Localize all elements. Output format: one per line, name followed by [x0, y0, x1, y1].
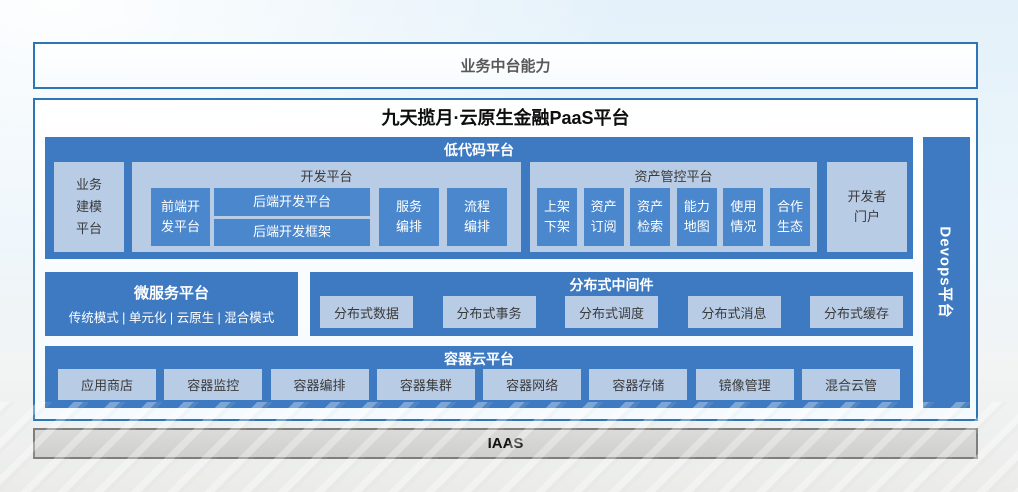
dev-platform-group: 开发平台 前端开 发平台 后端开发平台 后端开发框架 服务 编排 流程 编排	[132, 162, 521, 252]
frontend-dev-box: 前端开 发平台	[151, 188, 210, 246]
asset-item-line: 订阅	[591, 217, 617, 237]
asset-item-line: 使用	[730, 197, 756, 217]
business-modeling-box: 业务 建模 平台	[54, 162, 124, 252]
platform-title: 九天揽月·云原生金融PaaS平台	[35, 104, 976, 130]
asset-item: 资产 订阅	[584, 188, 624, 246]
service-orchestration-line: 编排	[396, 217, 422, 237]
process-orchestration-line: 编排	[464, 217, 490, 237]
microservice-section: 微服务平台 传统模式 | 单元化 | 云原生 | 混合模式	[45, 272, 298, 336]
frontend-dev-line: 前端开	[161, 197, 200, 217]
asset-control-row: 上架 下架 资产 订阅 资产 检索 能力 地图	[537, 188, 810, 246]
backend-dev-platform-box: 后端开发平台	[214, 188, 370, 216]
asset-item: 能力 地图	[677, 188, 717, 246]
container-cloud-item: 容器监控	[164, 369, 262, 400]
middleware-item: 分布式事务	[443, 296, 536, 328]
container-cloud-item: 混合云管	[802, 369, 900, 400]
frontend-dev-line: 发平台	[161, 217, 200, 237]
developer-portal-box: 开发者 门户	[827, 162, 907, 252]
middleware-item: 分布式缓存	[810, 296, 903, 328]
asset-item-line: 合作	[777, 197, 803, 217]
microservice-modes: 传统模式 | 单元化 | 云原生 | 混合模式	[69, 307, 275, 326]
dev-platform-title: 开发平台	[132, 166, 521, 185]
container-cloud-item: 容器存储	[589, 369, 687, 400]
asset-item: 上架 下架	[537, 188, 577, 246]
asset-item: 合作 生态	[770, 188, 810, 246]
container-cloud-item: 容器集群	[377, 369, 475, 400]
asset-control-group: 资产管控平台 上架 下架 资产 订阅 资产 检索 能力	[530, 162, 817, 252]
container-cloud-title: 容器云平台	[45, 349, 913, 369]
business-modeling-line: 业务	[76, 174, 102, 196]
low-code-section: 低代码平台 业务 建模 平台 开发平台 前端开 发平台 后端开发平台 后端开发框…	[45, 137, 913, 259]
business-modeling-line: 建模	[76, 196, 102, 218]
developer-portal-line: 门户	[854, 207, 880, 227]
asset-control-title: 资产管控平台	[530, 166, 817, 185]
container-cloud-row: 应用商店 容器监控 容器编排 容器集群 容器网络 容器存储 镜像管理 混合云管	[58, 369, 900, 400]
container-cloud-item: 容器编排	[271, 369, 369, 400]
asset-item-line: 情况	[730, 217, 756, 237]
backend-dev-framework-box: 后端开发框架	[214, 219, 370, 246]
iaas-bar: IAAS	[33, 428, 978, 459]
container-cloud-item: 容器网络	[483, 369, 581, 400]
page-background: 业务中台能力 九天揽月·云原生金融PaaS平台 低代码平台 业务 建模 平台 开…	[0, 0, 1018, 492]
middleware-section: 分布式中间件 分布式数据 分布式事务 分布式调度 分布式消息 分布式缓存	[310, 272, 913, 336]
asset-item-line: 下架	[544, 217, 570, 237]
asset-item-line: 上架	[544, 197, 570, 217]
process-orchestration-box: 流程 编排	[447, 188, 507, 246]
asset-item-line: 检索	[637, 217, 663, 237]
asset-item-line: 能力	[684, 197, 710, 217]
microservice-title: 微服务平台	[134, 282, 209, 303]
middleware-item: 分布式消息	[688, 296, 781, 328]
middleware-item: 分布式数据	[320, 296, 413, 328]
asset-item: 使用 情况	[723, 188, 763, 246]
business-midplatform-banner: 业务中台能力	[33, 42, 978, 89]
devops-bar: Devops平台	[923, 137, 970, 408]
iaas-label: IAAS	[488, 435, 524, 452]
developer-portal-line: 开发者	[847, 187, 886, 207]
paas-platform-panel: 九天揽月·云原生金融PaaS平台 低代码平台 业务 建模 平台 开发平台 前端开…	[33, 98, 978, 421]
container-cloud-section: 容器云平台 应用商店 容器监控 容器编排 容器集群 容器网络 容器存储 镜像管理…	[45, 346, 913, 408]
middleware-row: 分布式数据 分布式事务 分布式调度 分布式消息 分布式缓存	[320, 296, 903, 328]
asset-item-line: 生态	[777, 217, 803, 237]
service-orchestration-box: 服务 编排	[379, 188, 439, 246]
container-cloud-item: 镜像管理	[696, 369, 794, 400]
asset-item-line: 资产	[637, 197, 663, 217]
middleware-title: 分布式中间件	[310, 275, 913, 295]
asset-item-line: 资产	[591, 197, 617, 217]
devops-label: Devops平台	[936, 226, 957, 318]
middleware-item: 分布式调度	[565, 296, 658, 328]
process-orchestration-line: 流程	[464, 197, 490, 217]
low-code-title: 低代码平台	[45, 140, 913, 160]
container-cloud-item: 应用商店	[58, 369, 156, 400]
asset-item-line: 地图	[684, 217, 710, 237]
business-modeling-line: 平台	[76, 218, 102, 240]
asset-item: 资产 检索	[630, 188, 670, 246]
banner-label: 业务中台能力	[460, 55, 550, 76]
service-orchestration-line: 服务	[396, 197, 422, 217]
